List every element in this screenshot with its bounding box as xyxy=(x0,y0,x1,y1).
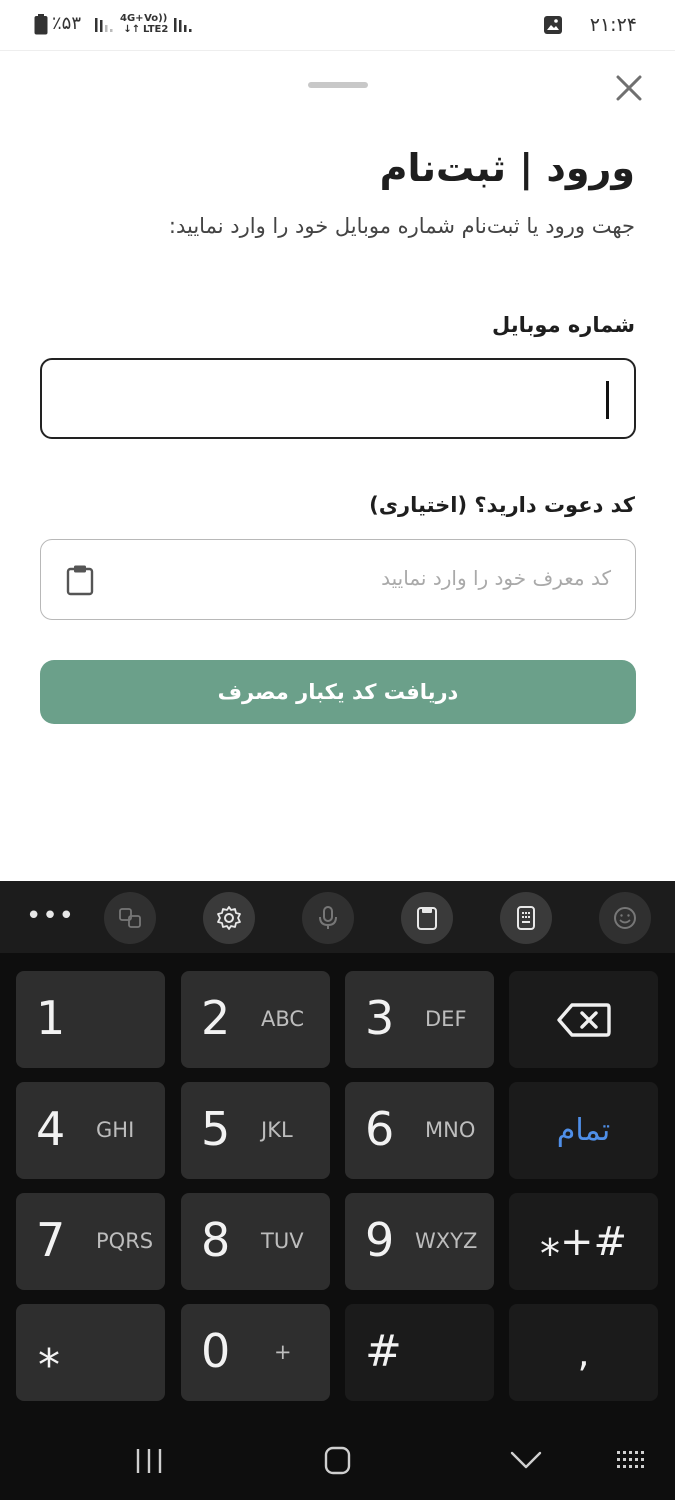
settings-icon[interactable] xyxy=(203,892,255,944)
login-sheet: ورود | ثبت‌نام جهت ورود یا ثبت‌نام شماره… xyxy=(0,50,675,881)
symbols-key[interactable]: ⁎+# xyxy=(509,1193,658,1290)
invite-code-label: کد دعوت دارید؟ (اختیاری) xyxy=(369,493,635,517)
more-options-icon[interactable]: ••• xyxy=(26,901,75,931)
symbols-key-label: ⁎+# xyxy=(539,1218,628,1265)
signal-icon xyxy=(174,18,192,32)
key-comma[interactable]: , xyxy=(509,1304,658,1401)
get-otp-button[interactable]: دریافت کد یکبار مصرف xyxy=(40,660,636,724)
key-7[interactable]: 7 PQRS xyxy=(16,1193,165,1290)
paste-clipboard-icon[interactable] xyxy=(66,564,94,596)
signal-icon xyxy=(95,18,113,32)
status-bar: ٪۵۳ 4G+ ↓↑ Vo)) LTE2 ۲۱:۲۴ xyxy=(0,0,675,50)
keyboard-mode-icon[interactable] xyxy=(500,892,552,944)
network-indicator: 4G+ ↓↑ xyxy=(120,13,144,35)
microphone-icon[interactable] xyxy=(302,892,354,944)
close-icon[interactable] xyxy=(612,71,646,105)
key-5[interactable]: 5 JKL xyxy=(181,1082,330,1179)
key-8[interactable]: 8 TUV xyxy=(181,1193,330,1290)
translate-icon[interactable] xyxy=(104,892,156,944)
navigation-bar xyxy=(0,1421,675,1500)
invite-code-placeholder: کد معرف خود را وارد نمایید xyxy=(381,566,611,590)
key-6[interactable]: 6 MNO xyxy=(345,1082,494,1179)
key-3[interactable]: 3 DEF xyxy=(345,971,494,1068)
key-4[interactable]: 4 GHI xyxy=(16,1082,165,1179)
backspace-key[interactable] xyxy=(509,971,658,1068)
page-subtitle: جهت ورود یا ثبت‌نام شماره موبایل خود را … xyxy=(168,214,635,238)
backspace-icon xyxy=(556,1002,611,1037)
mobile-label: شماره موبایل xyxy=(492,313,635,337)
numeric-keyboard: ••• 1 2 ABC 3 DEF 4 GHI 5 JKL 6 MNO تمام… xyxy=(0,881,675,1500)
page-title: ورود | ثبت‌نام xyxy=(379,146,635,190)
drag-handle[interactable] xyxy=(308,82,368,88)
battery-percent: ٪۵۳ xyxy=(52,13,82,34)
done-key-label: تمام xyxy=(556,1113,611,1148)
keyboard-switch-icon[interactable] xyxy=(615,1449,649,1473)
key-9[interactable]: 9 WXYZ xyxy=(345,1193,494,1290)
key-hash[interactable]: # xyxy=(345,1304,494,1401)
key-2[interactable]: 2 ABC xyxy=(181,971,330,1068)
keyboard-toolbar: ••• xyxy=(0,881,675,953)
volte-indicator: Vo)) LTE2 xyxy=(143,13,169,35)
key-star[interactable]: ⁎ xyxy=(16,1304,165,1401)
back-icon[interactable] xyxy=(510,1449,542,1471)
text-caret xyxy=(606,381,609,419)
battery-icon xyxy=(34,14,48,35)
mobile-number-input[interactable] xyxy=(40,358,636,439)
recents-icon[interactable] xyxy=(134,1447,164,1475)
done-key[interactable]: تمام xyxy=(509,1082,658,1179)
emoji-icon[interactable] xyxy=(599,892,651,944)
invite-code-input[interactable]: کد معرف خود را وارد نمایید xyxy=(40,539,636,620)
key-1[interactable]: 1 xyxy=(16,971,165,1068)
home-icon[interactable] xyxy=(324,1446,351,1475)
image-notification-icon xyxy=(544,16,562,34)
key-0[interactable]: 0 + xyxy=(181,1304,330,1401)
clipboard-icon[interactable] xyxy=(401,892,453,944)
clock: ۲۱:۲۴ xyxy=(589,14,637,36)
